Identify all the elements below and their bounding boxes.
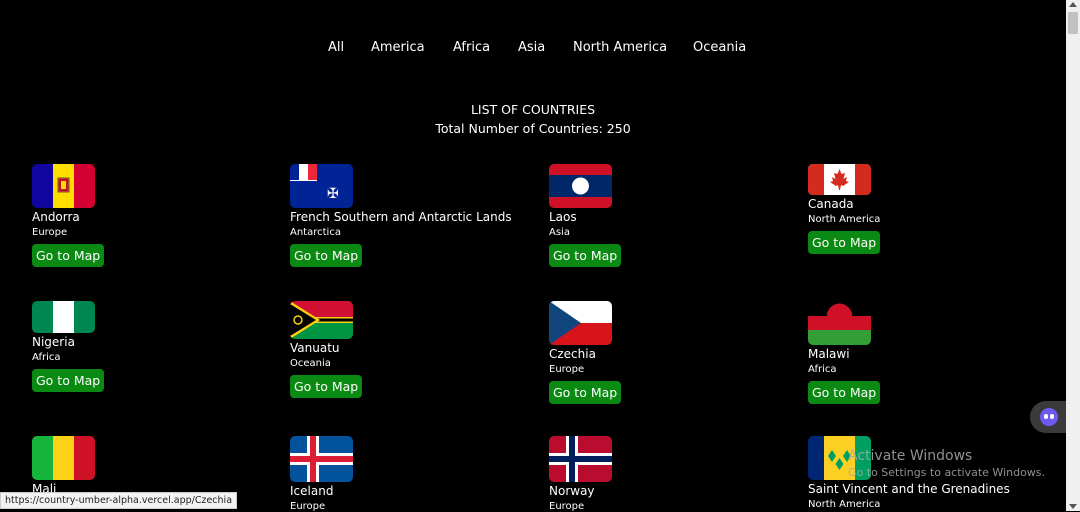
svg-text:✠: ✠	[327, 186, 339, 202]
page-scrollbar[interactable]	[1066, 0, 1080, 511]
flag-nigeria	[32, 301, 95, 333]
nav-all[interactable]: All	[328, 40, 344, 55]
region-filter-nav: All America Africa Asia North America Oc…	[0, 40, 1066, 60]
flag-laos	[549, 164, 612, 208]
nav-africa[interactable]: Africa	[453, 40, 490, 55]
country-region: Europe	[549, 364, 585, 375]
scroll-up-icon[interactable]	[1069, 2, 1077, 7]
windows-activation-watermark: Activate Windows Go to Settings to activ…	[848, 448, 1045, 479]
country-name: Laos	[549, 210, 577, 224]
country-region: Antarctica	[290, 227, 341, 238]
country-card-vanuatu: Vanuatu Oceania Go to Map	[290, 301, 540, 398]
go-to-map-button[interactable]: Go to Map	[32, 244, 105, 267]
watermark-title: Activate Windows	[848, 448, 973, 464]
country-name: Norway	[549, 484, 595, 498]
country-name: French Southern and Antarctic Lands	[290, 210, 512, 224]
watermark-subtitle: Go to Settings to activate Windows.	[848, 466, 1046, 479]
flag-iceland	[290, 436, 353, 482]
nav-oceania[interactable]: Oceania	[693, 40, 746, 55]
country-region: Africa	[808, 364, 837, 375]
go-to-map-button[interactable]: Go to Map	[32, 369, 105, 392]
flag-norway	[549, 436, 612, 482]
flag-malawi	[808, 301, 871, 345]
flag-czechia	[549, 301, 612, 345]
country-card-czechia: Czechia Europe Go to Map	[549, 301, 799, 404]
country-region: Africa	[32, 352, 61, 363]
go-to-map-button[interactable]: Go to Map	[808, 381, 881, 404]
country-region: Europe	[549, 501, 585, 512]
country-name: Saint Vincent and the Grenadines	[808, 482, 1010, 496]
country-name: Canada	[808, 197, 854, 211]
country-name: Andorra	[32, 210, 80, 224]
country-card-iceland: Iceland Europe	[290, 436, 540, 512]
country-card-canada: Canada North America Go to Map	[808, 164, 1058, 254]
flag-canada	[808, 164, 871, 195]
country-name: Iceland	[290, 484, 334, 498]
go-to-map-button[interactable]: Go to Map	[808, 231, 881, 254]
chat-bot-icon	[1040, 408, 1058, 426]
country-region: Asia	[549, 227, 570, 238]
flag-vanuatu	[290, 301, 353, 339]
chat-widget-button[interactable]	[1030, 401, 1066, 433]
country-card-norway: Norway Europe	[549, 436, 799, 512]
nav-north-america[interactable]: North America	[573, 40, 667, 55]
country-name: Vanuatu	[290, 341, 340, 355]
go-to-map-button[interactable]: Go to Map	[290, 375, 363, 398]
country-name: Nigeria	[32, 335, 75, 349]
country-region: Europe	[32, 227, 68, 238]
nav-asia[interactable]: Asia	[518, 40, 545, 55]
status-bar-url: https://country-umber-alpha.vercel.app/C…	[0, 492, 238, 509]
scroll-down-icon[interactable]	[1069, 504, 1077, 509]
nav-america[interactable]: America	[371, 40, 425, 55]
country-region: North America	[808, 214, 881, 225]
country-region: North America	[808, 499, 881, 510]
country-card-andorra: Andorra Europe Go to Map	[32, 164, 282, 267]
flag-mali	[32, 436, 95, 480]
scrollbar-thumb[interactable]	[1068, 12, 1078, 34]
country-region: Oceania	[290, 358, 331, 369]
go-to-map-button[interactable]: Go to Map	[549, 244, 622, 267]
page-title: LIST OF COUNTRIES	[470, 102, 596, 117]
country-card-nigeria: Nigeria Africa Go to Map	[32, 301, 282, 392]
country-card-mali: Mali	[32, 436, 282, 496]
go-to-map-button[interactable]: Go to Map	[290, 244, 363, 267]
go-to-map-button[interactable]: Go to Map	[549, 381, 622, 404]
country-name: Malawi	[808, 347, 850, 361]
country-region: Europe	[290, 501, 326, 512]
total-count: Total Number of Countries: 250	[435, 121, 631, 136]
country-card-malawi: Malawi Africa Go to Map	[808, 301, 1058, 404]
country-card-laos: Laos Asia Go to Map	[549, 164, 799, 267]
country-card-french-southern-lands: ✠ French Southern and Antarctic Lands An…	[290, 164, 540, 267]
flag-andorra	[32, 164, 95, 208]
flag-french-southern-lands: ✠	[290, 164, 353, 208]
country-name: Czechia	[549, 347, 596, 361]
